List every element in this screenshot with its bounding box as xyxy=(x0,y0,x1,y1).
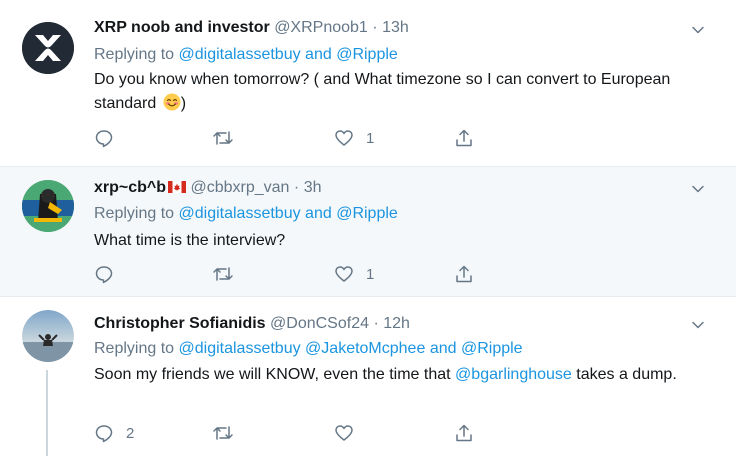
tweet-text-suffix: ) xyxy=(180,95,187,112)
timestamp[interactable]: 12h xyxy=(383,315,410,332)
mention-link[interactable]: @digitalassetbuy xyxy=(179,205,301,222)
replying-prefix: Replying to xyxy=(94,205,175,222)
retweet-button[interactable] xyxy=(212,263,246,285)
user-handle[interactable]: @DonCSof24 xyxy=(270,315,369,332)
display-name[interactable]: XRP noob and investor xyxy=(94,19,270,36)
mention-link[interactable]: and xyxy=(305,46,332,63)
replying-prefix: Replying to xyxy=(94,340,175,357)
reply-button[interactable] xyxy=(94,127,126,149)
like-count: 1 xyxy=(366,265,375,283)
display-name[interactable]: Christopher Sofianidis xyxy=(94,315,266,332)
tweet-1[interactable]: XRP noob and investor @XRPnoob1 · 13h Re… xyxy=(0,0,736,166)
retweet-icon xyxy=(213,267,233,281)
user-handle[interactable]: @cbbxrp_van xyxy=(190,179,289,196)
display-name[interactable]: xrp~cb^b xyxy=(94,179,166,196)
mention-link[interactable]: @bgarlinghouse xyxy=(455,366,572,383)
replying-prefix: Replying to xyxy=(94,46,175,63)
replying-to: Replying to @digitalassetbuy and @Ripple xyxy=(94,45,398,65)
avatar[interactable] xyxy=(22,310,74,362)
tweet-actions: 2 xyxy=(94,422,514,444)
mention-link[interactable]: @digitalassetbuy xyxy=(179,340,301,357)
share-button[interactable] xyxy=(454,263,474,285)
reply-count: 2 xyxy=(126,424,135,442)
reply-button[interactable] xyxy=(94,263,126,285)
mention-link[interactable]: @Ripple xyxy=(336,205,398,222)
tweet-text: Soon my friends we will KNOW, even the t… xyxy=(94,363,714,387)
chevron-down-icon[interactable] xyxy=(690,181,706,197)
reply-button[interactable]: 2 xyxy=(94,422,134,444)
timestamp[interactable]: 13h xyxy=(382,19,409,36)
share-button[interactable] xyxy=(454,422,474,444)
chevron-down-icon[interactable] xyxy=(690,317,706,333)
thread-line xyxy=(46,370,48,456)
chevron-down-icon[interactable] xyxy=(690,22,706,38)
tweet-text: What time is the interview? xyxy=(94,229,714,253)
reply-icon xyxy=(95,425,113,443)
share-icon xyxy=(456,424,472,442)
tweet-text-after: takes a dump. xyxy=(576,366,677,383)
like-button[interactable]: 1 xyxy=(334,263,374,285)
tweet-actions: 1 xyxy=(94,263,514,285)
separator-dot: · xyxy=(372,19,378,36)
replying-to: Replying to @digitalassetbuy and @Ripple xyxy=(94,204,398,224)
share-icon xyxy=(456,265,472,283)
tweet-actions: 1 xyxy=(94,127,514,149)
mention-link[interactable]: and xyxy=(305,205,332,222)
tweet-header: XRP noob and investor @XRPnoob1 · 13h xyxy=(94,18,409,38)
canada-flag-icon xyxy=(168,181,187,193)
retweet-button[interactable] xyxy=(212,127,246,149)
like-count: 1 xyxy=(366,129,375,147)
mention-link[interactable]: @JaketoMcphee xyxy=(305,340,425,357)
user-handle[interactable]: @XRPnoob1 xyxy=(274,19,368,36)
beach-photo-avatar-icon xyxy=(22,310,74,362)
mention-link[interactable]: @Ripple xyxy=(336,46,398,63)
mention-link[interactable]: and xyxy=(430,340,457,357)
avatar[interactable] xyxy=(22,22,74,74)
retweet-icon xyxy=(213,131,233,145)
separator-dot: · xyxy=(293,179,300,196)
retweet-button[interactable] xyxy=(212,422,246,444)
heart-icon xyxy=(335,130,353,146)
tweet-text: Do you know when tomorrow? ( and What ti… xyxy=(94,68,714,116)
tweet-header: Christopher Sofianidis @DonCSof24 · 12h xyxy=(94,314,410,334)
hockey-mascot-avatar-icon xyxy=(22,180,74,232)
tweet-text-before: Soon my friends we will KNOW, even the t… xyxy=(94,366,451,383)
tweet-2[interactable]: xrp~cb^b @cbbxrp_van · 3h Replying to @d… xyxy=(0,167,736,296)
share-icon xyxy=(456,129,472,147)
reply-icon xyxy=(95,130,113,148)
tweet-header: xrp~cb^b @cbbxrp_van · 3h xyxy=(94,178,321,198)
like-button[interactable]: 1 xyxy=(334,127,374,149)
tweet-3[interactable]: Christopher Sofianidis @DonCSof24 · 12h … xyxy=(0,297,736,456)
smiling-face-emoji-icon xyxy=(163,93,181,111)
tweet-text-body: What time is the interview? xyxy=(94,232,286,249)
replying-to: Replying to @digitalassetbuy @JaketoMcph… xyxy=(94,339,523,359)
like-button[interactable] xyxy=(334,422,366,444)
reply-icon xyxy=(95,266,113,284)
heart-icon xyxy=(335,425,353,441)
separator-dot: · xyxy=(373,315,379,332)
share-button[interactable] xyxy=(454,127,474,149)
retweet-icon xyxy=(213,426,233,440)
avatar[interactable] xyxy=(22,180,74,232)
heart-icon xyxy=(335,266,353,282)
mention-link[interactable]: @digitalassetbuy xyxy=(179,46,301,63)
timestamp[interactable]: 3h xyxy=(304,179,322,196)
xrp-logo-icon xyxy=(22,22,74,74)
mention-link[interactable]: @Ripple xyxy=(461,340,523,357)
